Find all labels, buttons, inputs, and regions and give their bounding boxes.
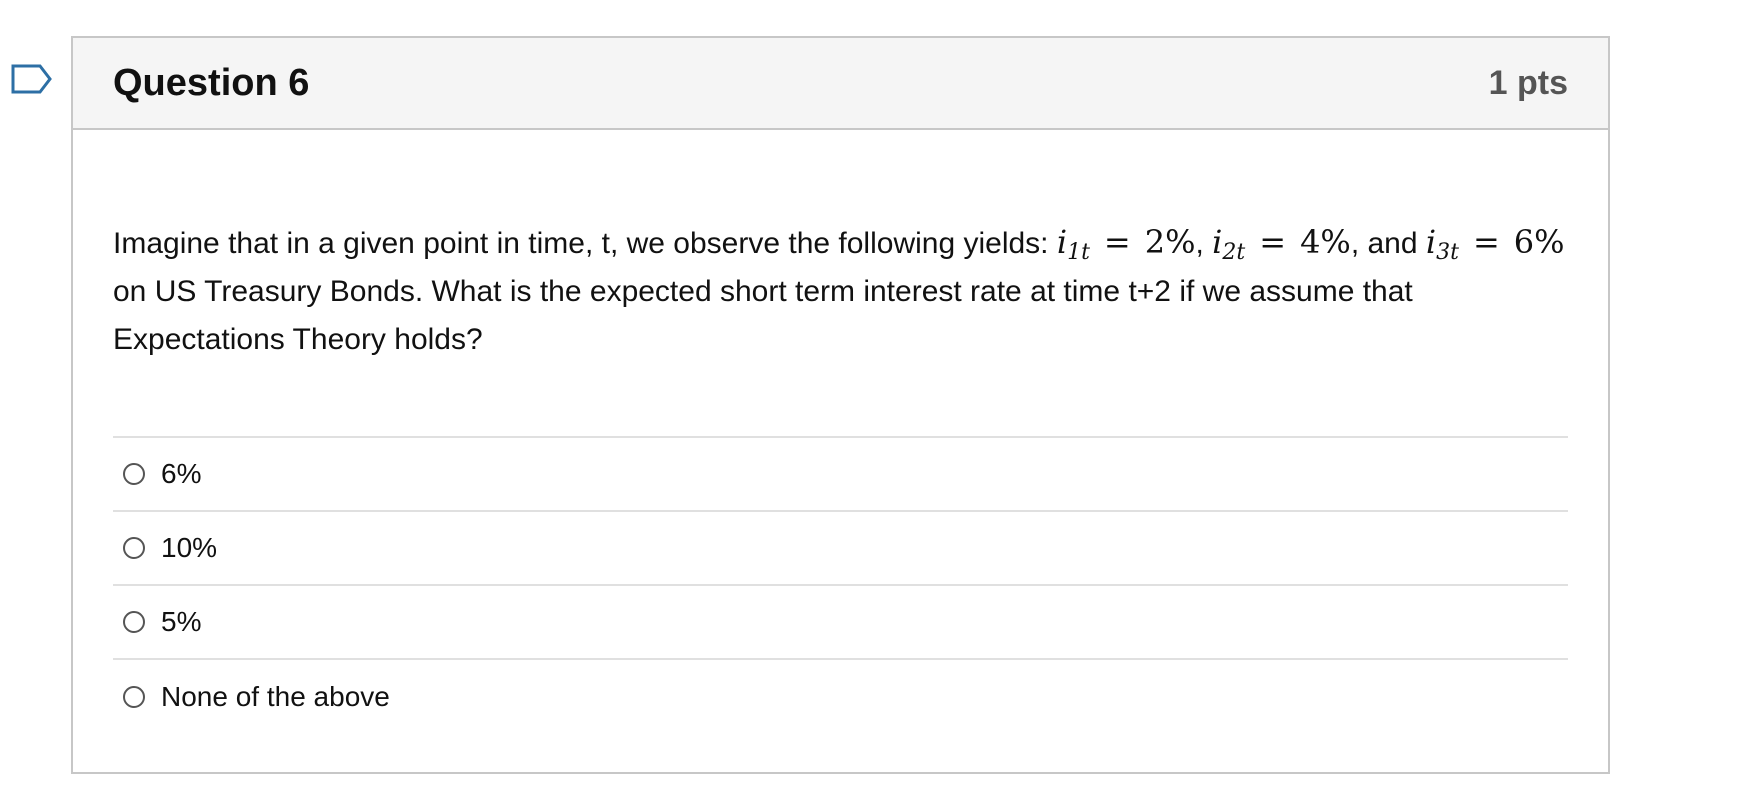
math-yield-2: i2t = 4% [1212,223,1351,265]
answer-option[interactable]: 10% [113,512,1568,586]
question-header: Question 6 1 pts [73,38,1608,130]
radio-button-icon[interactable] [123,537,145,559]
question-title: Question 6 [113,61,310,104]
answer-option[interactable]: 6% [113,438,1568,512]
math-yield-1: i1t = 2% [1056,223,1196,265]
flag-question-icon[interactable] [10,63,54,99]
question-text-part-3: on US Treasury Bonds. What is the expect… [113,275,1413,356]
question-card: Question 6 1 pts Imagine that in a given… [71,36,1610,774]
answer-label: 6% [161,458,202,489]
question-text: Imagine that in a given point in time, t… [113,218,1583,364]
radio-button-icon[interactable] [123,686,145,708]
answer-option[interactable]: None of the above [113,660,1568,734]
question-text-part-1: Imagine that in a given point in time, t… [113,227,1057,260]
answer-list: 6% 10% 5% None of the above [113,436,1568,734]
radio-button-icon[interactable] [123,463,145,485]
question-points: 1 pts [1488,63,1568,102]
answer-label: 10% [161,532,218,563]
answer-label: 5% [161,606,202,637]
question-text-separator: , [1195,227,1213,260]
math-yield-3: i3t = 6% [1425,223,1565,265]
answer-option[interactable]: 5% [113,586,1568,660]
question-body: Imagine that in a given point in time, t… [73,130,1608,734]
answer-label: None of the above [161,681,390,712]
question-text-part-2: , and [1350,227,1426,260]
radio-button-icon[interactable] [123,611,145,633]
